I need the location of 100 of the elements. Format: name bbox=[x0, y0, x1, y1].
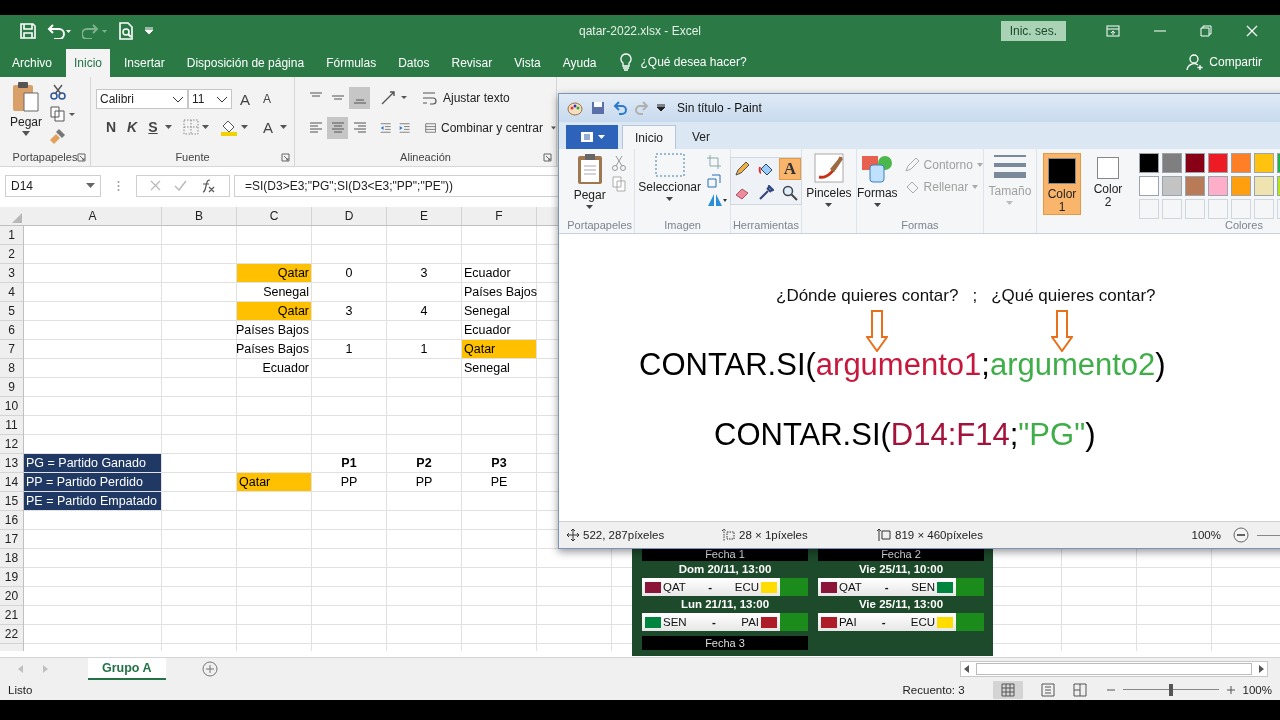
row-header[interactable]: 17 bbox=[0, 529, 23, 549]
row-header[interactable]: 1 bbox=[0, 225, 23, 245]
merge-center-button[interactable]: Combinar y centrar bbox=[441, 121, 544, 136]
row-header[interactable]: 7 bbox=[0, 339, 23, 359]
row-header[interactable]: 4 bbox=[0, 282, 23, 302]
row-header[interactable]: 20 bbox=[0, 586, 23, 606]
brushes-button[interactable]: Pinceles bbox=[806, 186, 852, 200]
shrink-font-button[interactable]: A bbox=[258, 92, 276, 107]
group-label: Portapapeles bbox=[12, 151, 78, 164]
table-cell: PP = Partido Perdido bbox=[24, 472, 161, 491]
menu-tab[interactable]: Inicio bbox=[66, 49, 111, 78]
row-header[interactable]: 21 bbox=[0, 605, 23, 625]
table-cell-text: Países Bajos bbox=[463, 283, 536, 301]
row-header[interactable]: 6 bbox=[0, 320, 23, 340]
team-code: SEN bbox=[911, 581, 935, 593]
menu-tab[interactable]: Disposición de página bbox=[178, 49, 313, 78]
cursor-position: 522, 287píxeles bbox=[583, 529, 666, 541]
column-header[interactable]: D bbox=[312, 206, 387, 225]
table-cell: Qatar bbox=[237, 263, 311, 282]
row-header[interactable]: 22 bbox=[0, 624, 23, 644]
row-header[interactable]: 13 bbox=[0, 453, 23, 473]
row-header[interactable]: 11 bbox=[0, 415, 23, 435]
table-cell-text: Ecuador bbox=[463, 321, 512, 339]
sign-in-button[interactable]: Inic. ses. bbox=[1000, 21, 1066, 42]
row-header[interactable]: 18 bbox=[0, 548, 23, 568]
wrap-text-button[interactable]: Ajustar texto bbox=[443, 91, 510, 106]
column-header[interactable]: C bbox=[237, 206, 312, 225]
text-tool-button[interactable]: A bbox=[778, 158, 801, 180]
menu-tab[interactable]: Vista bbox=[506, 49, 549, 78]
team-code: QAT bbox=[839, 581, 862, 593]
column-header[interactable]: F bbox=[462, 206, 537, 225]
row-header[interactable]: 12 bbox=[0, 434, 23, 454]
menu-tab[interactable]: Revisar bbox=[443, 49, 501, 78]
bold-button[interactable]: N bbox=[102, 119, 120, 136]
font-family-select[interactable]: Calibri bbox=[96, 89, 188, 110]
selection-size: 28 × 1píxeles bbox=[739, 529, 809, 541]
ribbon-tab[interactable]: Ver bbox=[680, 125, 723, 149]
table-cell-text: PE bbox=[489, 473, 509, 491]
menu-tab[interactable]: Insertar bbox=[116, 49, 173, 78]
row-header[interactable]: 9 bbox=[0, 377, 23, 397]
color-2-button[interactable]: Color 2 bbox=[1089, 153, 1127, 215]
row-header[interactable]: 15 bbox=[0, 491, 23, 511]
row-header[interactable]: 5 bbox=[0, 301, 23, 321]
paste-button[interactable]: Pegar bbox=[573, 188, 606, 202]
underline-button[interactable]: S bbox=[144, 119, 162, 136]
menu-tab[interactable]: Ayuda bbox=[554, 49, 605, 78]
table-cell: PG = Partido Ganado bbox=[24, 453, 161, 472]
table-cell-text: PP bbox=[414, 473, 434, 491]
menu-tab[interactable]: Datos bbox=[390, 49, 438, 78]
paste-button[interactable]: Pegar bbox=[10, 115, 43, 130]
table-cell: Qatar bbox=[237, 301, 311, 320]
table-cell-text: Senegal bbox=[463, 302, 511, 320]
table-cell-text: 3 bbox=[344, 302, 354, 320]
menu-tab[interactable]: Archivo bbox=[4, 49, 60, 78]
ribbon-tab[interactable]: Inicio bbox=[622, 125, 676, 149]
score-separator: - bbox=[707, 581, 714, 593]
row-header[interactable]: 14 bbox=[0, 472, 23, 492]
row-header[interactable]: 3 bbox=[0, 263, 23, 283]
group-label: Formas bbox=[901, 219, 939, 231]
row-header[interactable]: 2 bbox=[0, 244, 23, 264]
name-box[interactable]: D14 bbox=[5, 174, 101, 197]
italic-button[interactable]: K bbox=[123, 119, 141, 136]
column-header[interactable]: B bbox=[162, 206, 237, 225]
group-label: Colores bbox=[1225, 219, 1263, 231]
group-label: Portapapeles bbox=[567, 219, 633, 231]
table-cell-text: 4 bbox=[419, 302, 429, 320]
count-text: Recuento: 3 bbox=[902, 684, 965, 697]
row-header[interactable]: 19 bbox=[0, 567, 23, 587]
team-code: PAI bbox=[741, 616, 759, 628]
row-header[interactable]: 16 bbox=[0, 510, 23, 530]
formula-text: CONTAR.SI(argumento1;argumento2) bbox=[639, 347, 1166, 383]
font-size-select[interactable]: 11 bbox=[188, 89, 232, 110]
match-date: Vie 25/11, 10:00 bbox=[857, 562, 945, 577]
menu-tab[interactable]: Fórmulas bbox=[318, 49, 385, 78]
group-label: Alineación bbox=[400, 151, 451, 164]
canvas-text: ¿Qué quieres contar? bbox=[991, 286, 1156, 306]
grow-font-button[interactable]: A bbox=[236, 90, 254, 108]
color-1-button[interactable]: Color 1 bbox=[1043, 153, 1081, 215]
group-label: Imagen bbox=[664, 219, 701, 231]
column-header[interactable]: E bbox=[387, 206, 462, 225]
sheet-tab[interactable]: Grupo A bbox=[88, 658, 166, 681]
score-separator: - bbox=[880, 616, 887, 628]
row-header[interactable]: 8 bbox=[0, 358, 23, 378]
window-title: Sin título - Paint bbox=[677, 101, 762, 115]
select-button[interactable]: Seleccionar bbox=[638, 180, 701, 194]
font-color-button[interactable]: A bbox=[259, 118, 277, 136]
table-cell-text: 0 bbox=[344, 264, 354, 282]
canvas-text: ¿Dónde quieres contar? bbox=[776, 286, 959, 306]
tell-me-field[interactable]: ¿Qué desea hacer? bbox=[640, 55, 747, 70]
team-code: PAI bbox=[839, 616, 857, 628]
column-header[interactable]: A bbox=[24, 206, 162, 225]
group-label: Herramientas bbox=[732, 219, 799, 231]
share-button[interactable]: Compartir bbox=[1209, 55, 1262, 70]
table-cell-text: 3 bbox=[419, 264, 429, 282]
window-title: qatar-2022.xlsx - Excel bbox=[578, 24, 702, 39]
row-header[interactable]: 10 bbox=[0, 396, 23, 416]
zoom-level: 100% bbox=[1191, 529, 1221, 541]
match-date: Lun 21/11, 13:00 bbox=[679, 597, 771, 612]
table-cell: Qatar bbox=[237, 472, 311, 491]
shapes-button[interactable]: Formas bbox=[856, 186, 898, 200]
